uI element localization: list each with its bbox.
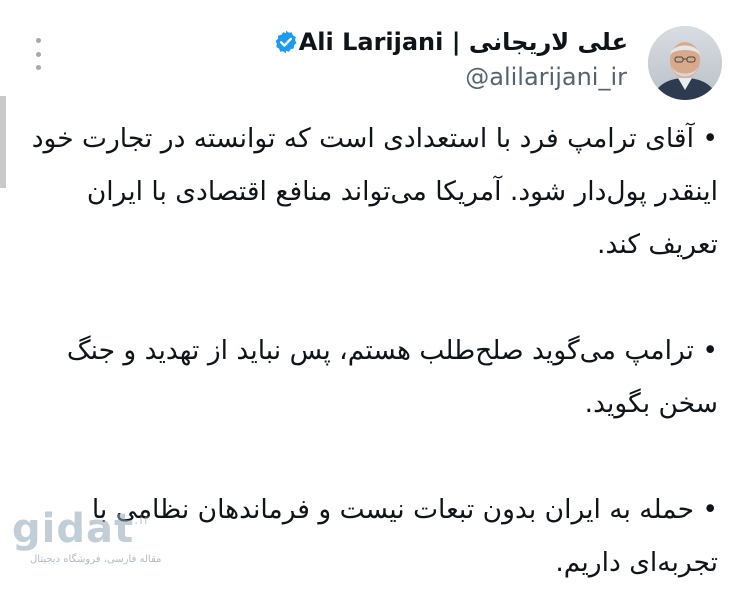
vertical-ellipsis-icon	[35, 38, 41, 43]
watermark-logo: gidat.ir	[12, 506, 151, 552]
display-name: Ali Larijani | علی لاریجانی	[298, 28, 628, 56]
tweet-paragraph-2: • ترامپ می‌گوید صلح‌طلب هستم، پس نباید ا…	[66, 335, 718, 419]
user-handle[interactable]: @alilarijani_ir	[465, 63, 627, 91]
left-edge-bar	[0, 96, 6, 188]
more-options-button[interactable]	[28, 38, 48, 70]
author-name-row[interactable]: Ali Larijani | علی لاریجانی	[263, 28, 628, 56]
watermark: gidat.ir مقاله فارسی، فروشگاه دیجیتال	[12, 506, 172, 576]
tweet-paragraph-1: • آقای ترامپ فرد با استعدادی است که توان…	[31, 123, 718, 260]
watermark-tagline: مقاله فارسی، فروشگاه دیجیتال	[30, 554, 162, 565]
tweet-card: Ali Larijani | علی لاریجانی @alilarijani…	[0, 0, 740, 585]
avatar[interactable]	[648, 26, 722, 100]
verified-badge-icon	[273, 29, 299, 55]
